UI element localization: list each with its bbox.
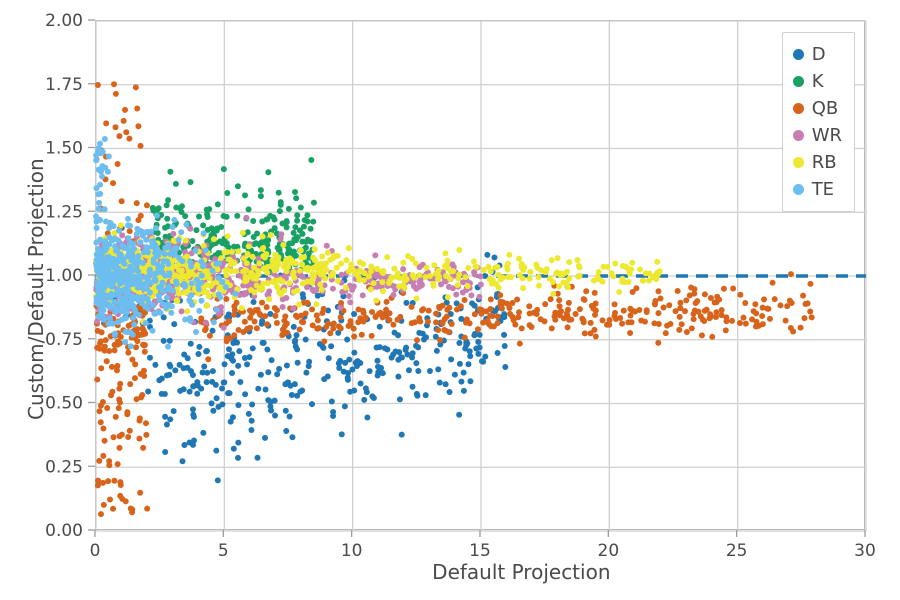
scatter-points <box>93 81 815 517</box>
svg-text:10: 10 <box>341 541 363 561</box>
svg-text:1.50: 1.50 <box>45 139 83 159</box>
y-axis-label: Custom/Default Projection <box>24 158 48 420</box>
svg-text:0.50: 0.50 <box>45 394 83 414</box>
dot-icon <box>793 49 804 60</box>
svg-text:0.25: 0.25 <box>45 457 83 477</box>
legend-label: TE <box>812 176 834 203</box>
legend-label: QB <box>812 95 839 122</box>
svg-text:15: 15 <box>469 541 491 561</box>
legend-item-RB: RB <box>793 149 842 176</box>
legend-label: D <box>812 41 826 68</box>
svg-text:2.00: 2.00 <box>45 11 83 31</box>
y-ticks: 0.00 0.25 0.50 0.75 1.00 1.25 1.50 1.75 2.00 <box>45 11 95 541</box>
legend-label: K <box>812 68 824 95</box>
legend-item-WR: WR <box>793 122 842 149</box>
dot-icon <box>793 184 804 195</box>
legend-label: RB <box>812 149 837 176</box>
dot-icon <box>793 130 804 141</box>
svg-text:5: 5 <box>218 541 229 561</box>
legend-item-K: K <box>793 68 842 95</box>
dot-icon <box>793 103 804 114</box>
svg-text:25: 25 <box>726 541 748 561</box>
svg-text:1.75: 1.75 <box>45 75 83 95</box>
x-axis-label: Default Projection <box>432 560 610 584</box>
legend-item-D: D <box>793 41 842 68</box>
legend: D K QB WR RB TE <box>782 32 855 212</box>
legend-label: WR <box>812 122 842 149</box>
svg-text:1.25: 1.25 <box>45 202 83 222</box>
svg-text:1.00: 1.00 <box>45 266 83 286</box>
svg-text:30: 30 <box>854 541 876 561</box>
dot-icon <box>793 157 804 168</box>
svg-text:0: 0 <box>90 541 101 561</box>
figure: 0 5 10 15 20 25 30 0.00 0.25 0.50 0.75 1.00 1.25 1.5… <box>0 0 900 600</box>
svg-text:0.00: 0.00 <box>45 521 83 541</box>
dot-icon <box>793 76 804 87</box>
plot-area <box>95 20 865 530</box>
x-ticks: 0 5 10 15 20 25 30 <box>90 530 876 561</box>
svg-text:20: 20 <box>598 541 620 561</box>
svg-text:0.75: 0.75 <box>45 330 83 350</box>
legend-item-TE: TE <box>793 176 842 203</box>
legend-item-QB: QB <box>793 95 842 122</box>
